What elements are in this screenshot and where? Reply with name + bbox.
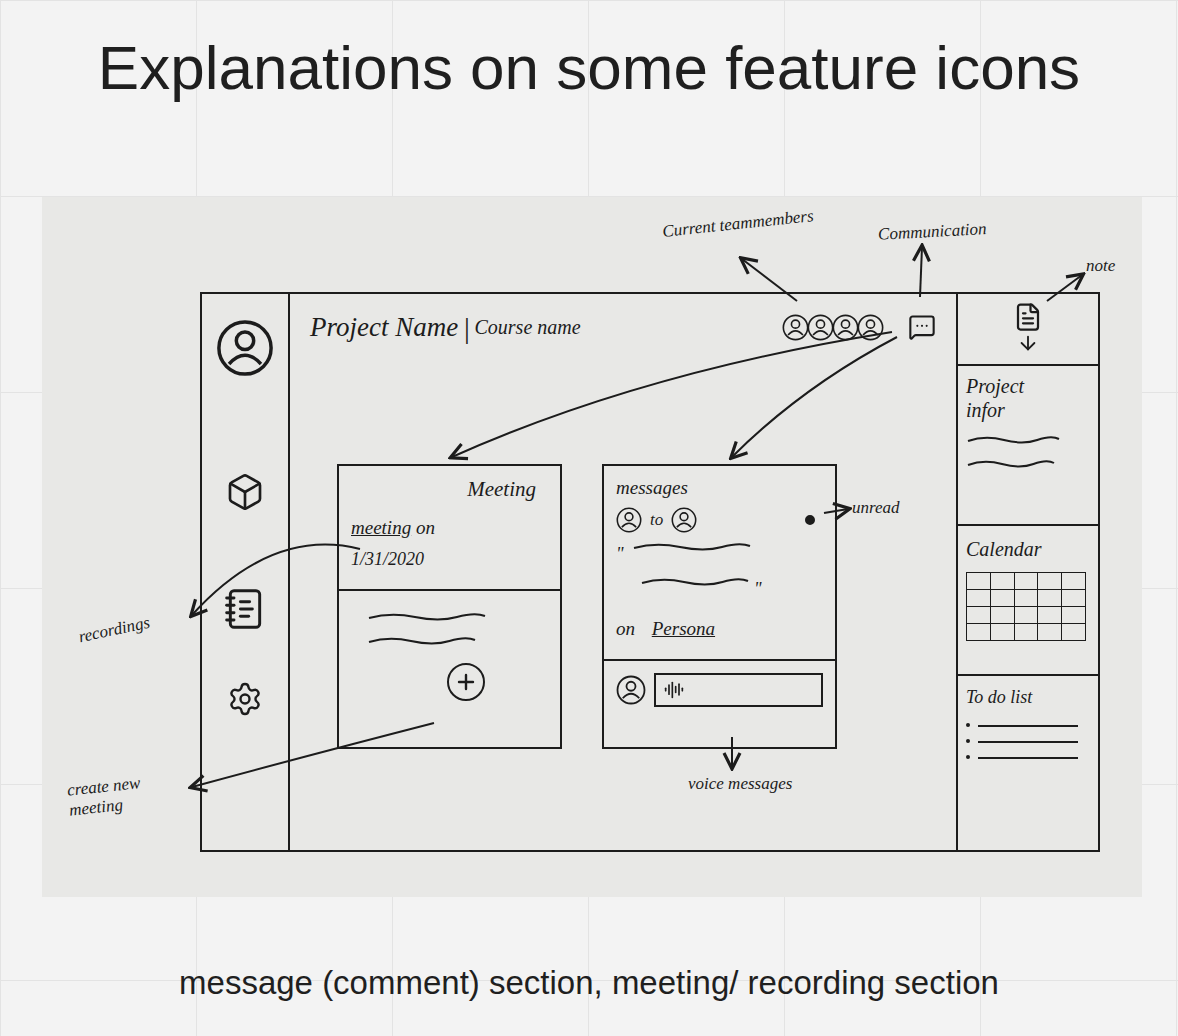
voice-message-box[interactable] bbox=[654, 673, 823, 707]
meeting-entry[interactable]: meeting on bbox=[351, 514, 548, 543]
sidebar bbox=[202, 294, 290, 850]
profile-avatar-icon bbox=[216, 319, 274, 377]
meeting-card: Meeting meeting on 1/31/2020 bbox=[337, 464, 562, 749]
teammember-avatar-icon bbox=[782, 314, 809, 341]
recordings-notebook-icon[interactable] bbox=[223, 587, 267, 631]
project-name: Project Name bbox=[310, 307, 458, 348]
meeting-title: Meeting bbox=[467, 474, 548, 506]
messages-title: messages bbox=[604, 474, 835, 503]
annotation-note: note bbox=[1086, 253, 1115, 279]
annotation-recordings: recordings bbox=[76, 610, 152, 650]
sketch: Project Name|Course name Meeting meeting o… bbox=[42, 197, 1142, 897]
slide-title: Explanations on some feature icons bbox=[98, 32, 1080, 103]
meeting-date: 1/31/2020 bbox=[351, 546, 548, 573]
calendar-section: Calendar bbox=[958, 526, 1098, 676]
audio-wave-icon bbox=[664, 680, 684, 700]
communication-chat-icon[interactable] bbox=[908, 313, 936, 341]
text-line-icon bbox=[966, 458, 1056, 470]
receiver-avatar-icon bbox=[671, 507, 697, 533]
annotation-communication: Communication bbox=[877, 216, 987, 247]
header: Project Name|Course name bbox=[290, 294, 956, 354]
teammember[interactable] bbox=[832, 314, 859, 341]
teammember[interactable] bbox=[782, 314, 809, 341]
message-header: to bbox=[604, 507, 835, 533]
project-info-section: Project infor bbox=[958, 366, 1098, 526]
todo-section: To do list bbox=[958, 676, 1098, 850]
main-area: Project Name|Course name Meeting meeting o… bbox=[290, 294, 956, 850]
right-panel: Project inforCalendarTo do list bbox=[956, 294, 1098, 850]
divider bbox=[339, 589, 560, 591]
todo-item[interactable] bbox=[966, 723, 1090, 727]
todo-item[interactable] bbox=[966, 739, 1090, 743]
cube-icon[interactable] bbox=[225, 472, 265, 512]
teammember-avatar-icon bbox=[857, 314, 884, 341]
plus-icon bbox=[454, 670, 478, 694]
slide: Explanations on some feature icons Projec… bbox=[0, 0, 1178, 1036]
unread-dot bbox=[805, 515, 815, 525]
teammember[interactable] bbox=[807, 314, 834, 341]
slide-caption: message (comment) section, meeting/ reco… bbox=[179, 963, 999, 1003]
text-line-icon bbox=[966, 434, 1061, 446]
messages-card: messages to ""on Persona bbox=[602, 464, 837, 749]
user-avatar-icon bbox=[616, 675, 646, 705]
annotation-arrows bbox=[42, 197, 1142, 897]
create-meeting-button[interactable] bbox=[447, 663, 485, 701]
todo-item[interactable] bbox=[966, 755, 1090, 759]
text-line-icon bbox=[367, 635, 477, 647]
calendar-grid[interactable] bbox=[966, 572, 1086, 641]
persona-link[interactable]: Persona bbox=[652, 618, 715, 639]
gear-icon[interactable] bbox=[227, 681, 263, 717]
teammember-avatar-icon bbox=[832, 314, 859, 341]
sender-avatar-icon bbox=[616, 507, 642, 533]
annotation-teammembers: Current teammembers bbox=[661, 203, 815, 244]
annotation-voice: voice messages bbox=[688, 771, 792, 797]
arrow-down-icon bbox=[1017, 332, 1039, 354]
course-name: Course name bbox=[474, 312, 580, 342]
voice-message-row bbox=[604, 659, 835, 707]
annotation-unread: unread bbox=[852, 495, 900, 521]
text-line-icon bbox=[632, 541, 752, 553]
note-icon[interactable] bbox=[1013, 302, 1043, 332]
wireframe-frame: Project Name|Course name Meeting meeting o… bbox=[200, 292, 1100, 852]
text-line-icon bbox=[640, 576, 750, 588]
annotation-create: create new meeting bbox=[66, 770, 180, 822]
header-separator: | bbox=[462, 305, 470, 350]
teammember-avatar-icon bbox=[807, 314, 834, 341]
teammembers bbox=[784, 314, 884, 341]
teammember[interactable] bbox=[857, 314, 884, 341]
message-body: ""on Persona bbox=[604, 541, 835, 644]
text-line-icon bbox=[367, 611, 487, 623]
